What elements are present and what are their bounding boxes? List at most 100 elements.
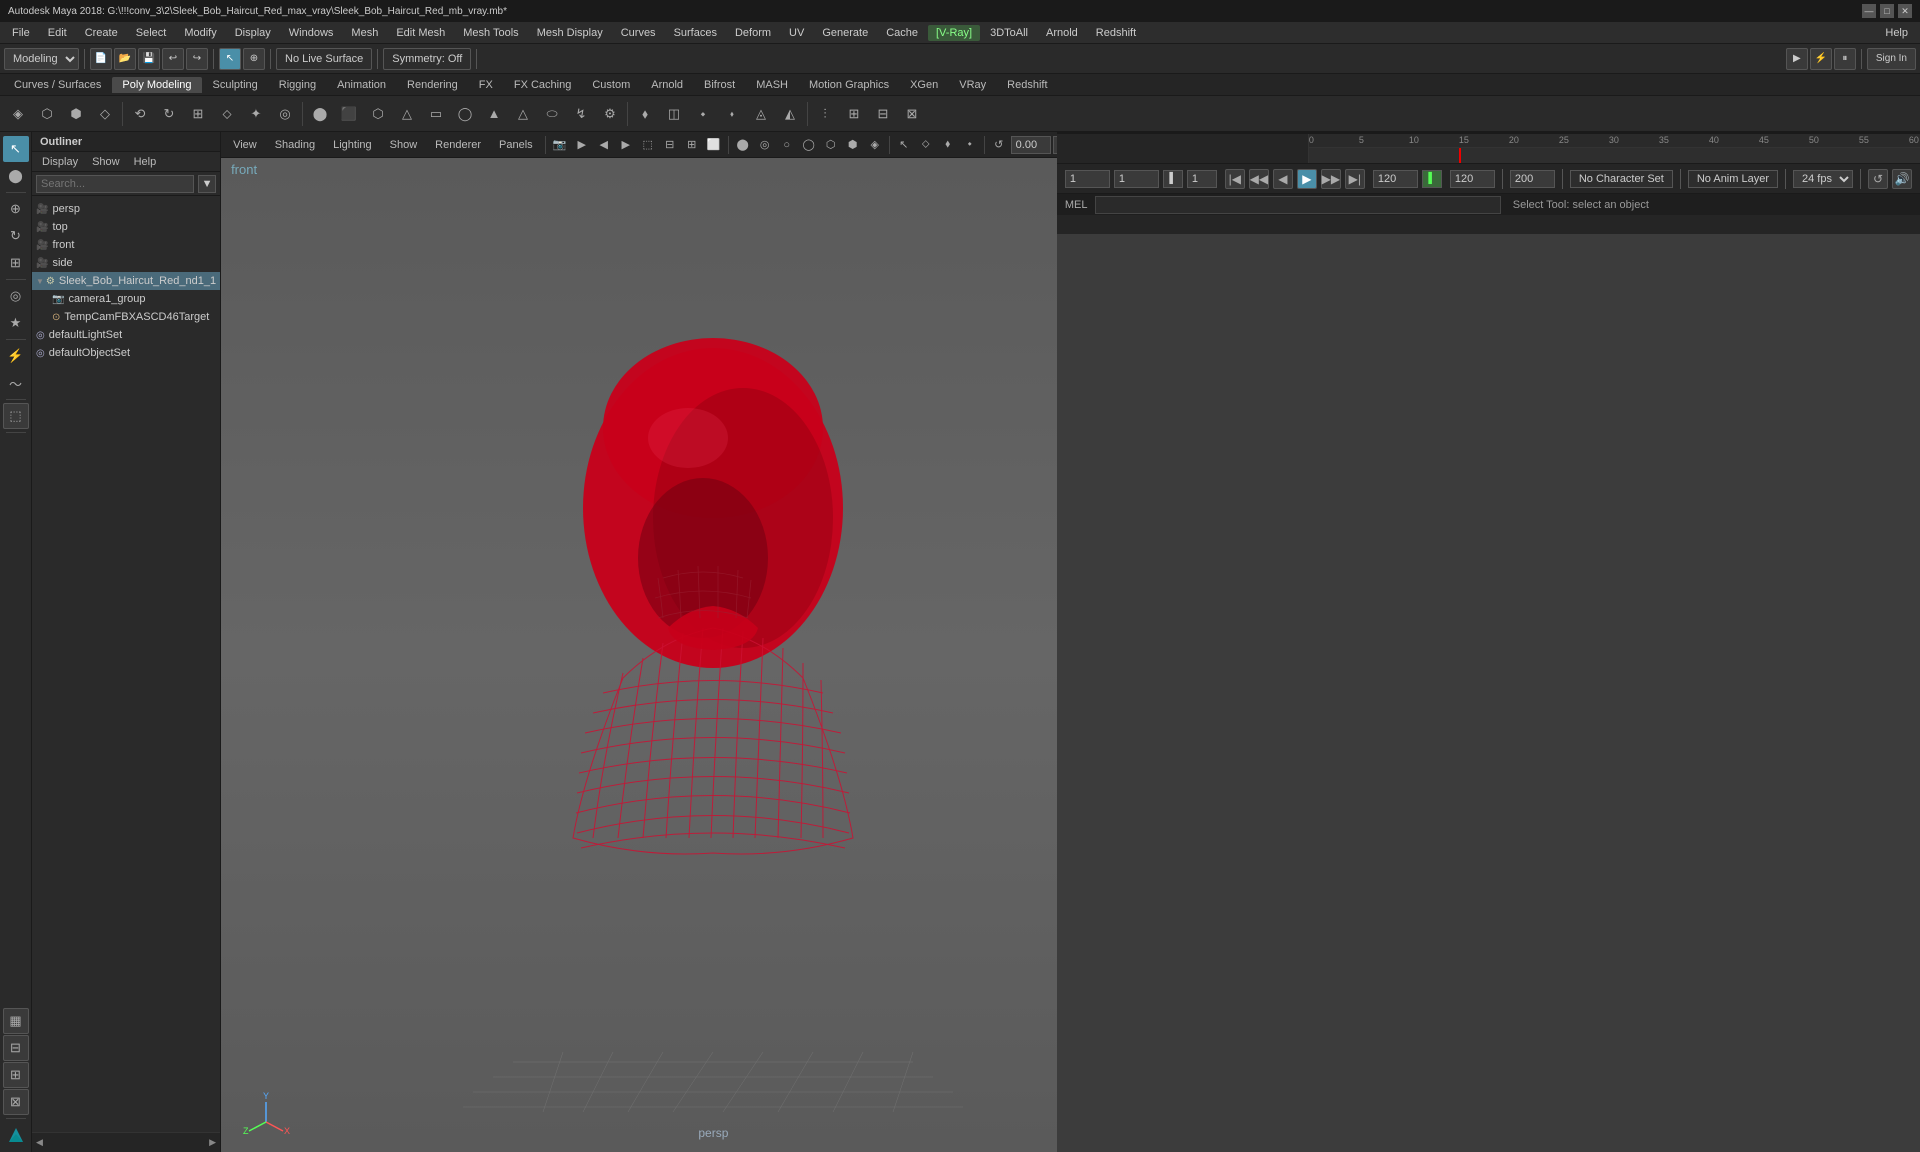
menu-curves[interactable]: Curves: [613, 25, 664, 41]
vp-menu-panels[interactable]: Panels: [491, 137, 541, 153]
no-live-surface[interactable]: No Live Surface: [276, 48, 372, 70]
pyramid-icon-btn[interactable]: △: [509, 100, 537, 128]
tab-bifrost[interactable]: Bifrost: [694, 77, 745, 93]
tab-fx-caching[interactable]: FX Caching: [504, 77, 581, 93]
panel3-tool[interactable]: ⊞: [3, 1062, 29, 1088]
deform4-icon-btn[interactable]: ⬪: [718, 100, 746, 128]
vp-shading-btn5[interactable]: ⬡: [821, 135, 841, 155]
fps-dropdown[interactable]: 24 fps: [1793, 170, 1853, 188]
vp-shading-btn1[interactable]: ⬤: [733, 135, 753, 155]
timeline[interactable]: 0 5 10 15 20 25 30 35 40 45 50 55 60 65: [1057, 133, 1920, 163]
menu-redshift[interactable]: Redshift: [1088, 25, 1144, 41]
paint-icon-btn[interactable]: ⬢: [62, 100, 90, 128]
snap-tool[interactable]: ⚡: [3, 343, 29, 369]
outliner-item-camera1[interactable]: 📷 camera1_group: [32, 290, 220, 308]
scroll-right-icon[interactable]: ▶: [209, 1137, 216, 1148]
vp-next-btn[interactable]: ▶: [616, 135, 636, 155]
menu-mesh-tools[interactable]: Mesh Tools: [455, 25, 526, 41]
vp-menu-view[interactable]: View: [225, 137, 265, 153]
menu-uv[interactable]: UV: [781, 25, 812, 41]
vp-gate-btn[interactable]: ⬜: [704, 135, 724, 155]
scroll-left-icon[interactable]: ◀: [36, 1137, 43, 1148]
vp-shading-btn4[interactable]: ◯: [799, 135, 819, 155]
loop-btn[interactable]: ↺: [1868, 169, 1888, 189]
tab-poly-modeling[interactable]: Poly Modeling: [112, 77, 201, 93]
vp-shading-btn7[interactable]: ◈: [865, 135, 885, 155]
lasso-icon-btn[interactable]: ⬡: [33, 100, 61, 128]
shear-icon-btn[interactable]: ⬦: [213, 100, 241, 128]
viewport[interactable]: View Shading Lighting Show Renderer Pane…: [221, 132, 1057, 1152]
menu-edit[interactable]: Edit: [40, 25, 75, 41]
soft-mod-tool[interactable]: ◎: [3, 283, 29, 309]
select-icon-btn[interactable]: ◈: [4, 100, 32, 128]
no-anim-layer-dropdown[interactable]: No Anim Layer: [1688, 170, 1778, 188]
paint2-icon-btn[interactable]: ◇: [91, 100, 119, 128]
gear-icon-btn[interactable]: ⚙: [596, 100, 624, 128]
outliner-item-front[interactable]: 🎥 front: [32, 236, 220, 254]
tab-sculpting[interactable]: Sculpting: [203, 77, 268, 93]
timeline-playhead[interactable]: [1459, 148, 1461, 163]
max-time-field[interactable]: [1450, 170, 1495, 188]
menu-vray[interactable]: [V-Ray]: [928, 25, 980, 41]
new-file-button[interactable]: 📄: [90, 48, 112, 70]
pipe-icon-btn[interactable]: ⬭: [538, 100, 566, 128]
outliner-item-top[interactable]: 🎥 top: [32, 218, 220, 236]
rotate-icon-btn[interactable]: ↻: [155, 100, 183, 128]
transform-icon-btn[interactable]: ⟲: [126, 100, 154, 128]
move-tool-button[interactable]: ⊕: [243, 48, 265, 70]
panel1-tool[interactable]: ▦: [3, 1008, 29, 1034]
tab-animation[interactable]: Animation: [327, 77, 396, 93]
scale-icon-btn[interactable]: ⊞: [184, 100, 212, 128]
mel-input[interactable]: [1095, 196, 1500, 214]
mesh2-icon-btn[interactable]: ⊞: [840, 100, 868, 128]
tab-rigging[interactable]: Rigging: [269, 77, 326, 93]
vp-select-btn2[interactable]: ⬦: [916, 135, 936, 155]
mode-dropdown[interactable]: Modeling: [4, 48, 79, 70]
outliner-search-input[interactable]: [36, 175, 194, 193]
maximize-button[interactable]: □: [1880, 4, 1894, 18]
menu-3dtoall[interactable]: 3DToAll: [982, 25, 1036, 41]
vp-select-btn3[interactable]: ⬧: [938, 135, 958, 155]
deform5-icon-btn[interactable]: ◬: [747, 100, 775, 128]
menu-mesh-display[interactable]: Mesh Display: [529, 25, 611, 41]
menu-mesh[interactable]: Mesh: [343, 25, 386, 41]
outliner-item-lightset[interactable]: ◎ defaultLightSet: [32, 326, 220, 344]
tab-xgen[interactable]: XGen: [900, 77, 948, 93]
menu-surfaces[interactable]: Surfaces: [666, 25, 725, 41]
render-region-tool[interactable]: ⬚: [3, 403, 29, 429]
redo-button[interactable]: ↪: [186, 48, 208, 70]
cylinder-icon-btn[interactable]: ⬡: [364, 100, 392, 128]
menu-deform[interactable]: Deform: [727, 25, 779, 41]
tab-custom[interactable]: Custom: [582, 77, 640, 93]
torus-icon-btn[interactable]: ◯: [451, 100, 479, 128]
panel2-tool[interactable]: ⊟: [3, 1035, 29, 1061]
audio-btn[interactable]: 🔊: [1892, 169, 1912, 189]
deform1-icon-btn[interactable]: ⬧: [631, 100, 659, 128]
vp-playblast-btn[interactable]: ▶: [572, 135, 592, 155]
sign-in-button[interactable]: Sign In: [1867, 48, 1916, 70]
tab-vray[interactable]: VRay: [949, 77, 996, 93]
tab-arnold[interactable]: Arnold: [641, 77, 693, 93]
vp-shading-btn2[interactable]: ◎: [755, 135, 775, 155]
outliner-menu-help[interactable]: Help: [128, 155, 163, 169]
vp-shading-btn3[interactable]: ○: [777, 135, 797, 155]
ipr-button[interactable]: ⚡: [1810, 48, 1832, 70]
mesh1-icon-btn[interactable]: ⫶: [811, 100, 839, 128]
step-forward-button[interactable]: ▶▶: [1321, 169, 1341, 189]
cube-icon-btn[interactable]: ⬛: [335, 100, 363, 128]
undo-button[interactable]: ↩: [162, 48, 184, 70]
menu-arnold[interactable]: Arnold: [1038, 25, 1086, 41]
save-file-button[interactable]: 💾: [138, 48, 160, 70]
outliner-scroll-bar[interactable]: ◀ ▶: [32, 1132, 220, 1152]
range-end-field[interactable]: [1373, 170, 1418, 188]
minimize-button[interactable]: —: [1862, 4, 1876, 18]
vp-capture-btn[interactable]: 📷: [550, 135, 570, 155]
outliner-item-objectset[interactable]: ◎ defaultObjectSet: [32, 344, 220, 362]
deform6-icon-btn[interactable]: ◭: [776, 100, 804, 128]
pivot-icon-btn[interactable]: ✦: [242, 100, 270, 128]
sphere-icon-btn[interactable]: ⬤: [306, 100, 334, 128]
mesh4-icon-btn[interactable]: ⊠: [898, 100, 926, 128]
render-button[interactable]: ▶: [1786, 48, 1808, 70]
outliner-item-persp[interactable]: 🎥 persp: [32, 200, 220, 218]
cone-icon-btn[interactable]: △: [393, 100, 421, 128]
